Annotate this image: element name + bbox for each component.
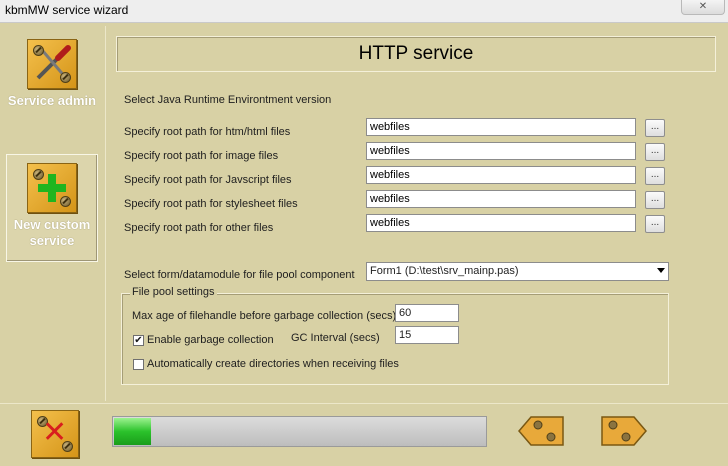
path-label-html: Specify root path for htm/html files bbox=[124, 126, 291, 138]
browse-button-html[interactable]: ... bbox=[645, 119, 665, 137]
gc-interval-input[interactable]: 15 bbox=[395, 326, 459, 344]
gc-interval-label: GC Interval (secs) bbox=[291, 332, 380, 344]
sidebar-item-label: Service admin bbox=[7, 93, 97, 108]
close-icon: ✕ bbox=[698, 1, 708, 12]
datamodule-select[interactable]: Form1 (D:\test\srv_mainp.pas) bbox=[366, 262, 669, 281]
max-age-label: Max age of filehandle before garbage col… bbox=[132, 310, 397, 322]
next-button[interactable] bbox=[601, 416, 647, 446]
datamodule-label: Select form/datamodule for file pool com… bbox=[124, 269, 355, 281]
path-input-image[interactable]: webfiles bbox=[366, 142, 636, 160]
enable-gc-label: Enable garbage collection bbox=[147, 334, 274, 346]
progress-bar bbox=[112, 416, 487, 447]
path-input-stylesheet[interactable]: webfiles bbox=[366, 190, 636, 208]
main-panel: HTTP service Select Java Runtime Environ… bbox=[105, 26, 724, 401]
browse-button-image[interactable]: ... bbox=[645, 143, 665, 161]
auto-create-dirs-checkbox[interactable] bbox=[133, 359, 144, 370]
window-title: kbmMW service wizard bbox=[5, 3, 129, 17]
cancel-button[interactable]: ✕ bbox=[31, 410, 79, 458]
back-arrow-icon bbox=[518, 416, 564, 446]
sidebar-item-service-admin[interactable]: Service admin bbox=[6, 39, 98, 109]
jre-label: Select Java Runtime Environtment version bbox=[124, 94, 332, 106]
auto-create-dirs-label: Automatically create directories when re… bbox=[147, 358, 399, 370]
file-pool-legend: File pool settings bbox=[130, 286, 217, 298]
max-age-input[interactable]: 60 bbox=[395, 304, 459, 322]
sidebar: Service admin New custom service bbox=[0, 23, 104, 403]
sidebar-item-label: New custom service bbox=[13, 217, 91, 248]
back-button[interactable] bbox=[518, 416, 564, 446]
page-title: HTTP service bbox=[116, 36, 716, 72]
path-label-image: Specify root path for image files bbox=[124, 150, 279, 162]
browse-button-other[interactable]: ... bbox=[645, 215, 665, 233]
browse-button-javascript[interactable]: ... bbox=[645, 167, 665, 185]
title-bar: kbmMW service wizard ✕ bbox=[0, 0, 728, 23]
path-label-other: Specify root path for other files bbox=[124, 222, 274, 234]
path-input-html[interactable]: webfiles bbox=[366, 118, 636, 136]
next-arrow-icon bbox=[601, 416, 647, 446]
enable-gc-checkbox[interactable]: ✔ bbox=[133, 335, 144, 346]
progress-fill bbox=[114, 418, 151, 445]
path-input-javascript[interactable]: webfiles bbox=[366, 166, 636, 184]
browse-button-stylesheet[interactable]: ... bbox=[645, 191, 665, 209]
file-pool-settings-group: File pool settings Max age of filehandle… bbox=[121, 286, 669, 385]
chevron-down-icon bbox=[657, 268, 665, 273]
tools-icon bbox=[27, 39, 77, 89]
close-button[interactable]: ✕ bbox=[681, 0, 725, 15]
path-label-stylesheet: Specify root path for stylesheet files bbox=[124, 198, 298, 210]
path-input-other[interactable]: webfiles bbox=[366, 214, 636, 232]
add-plus-icon bbox=[27, 163, 77, 213]
path-label-javascript: Specify root path for Javscript files bbox=[124, 174, 292, 186]
footer: ✕ bbox=[0, 403, 728, 466]
cancel-x-icon: ✕ bbox=[42, 415, 68, 450]
datamodule-select-value: Form1 (D:\test\srv_mainp.pas) bbox=[370, 265, 519, 277]
sidebar-item-new-custom-service[interactable]: New custom service bbox=[6, 154, 98, 262]
